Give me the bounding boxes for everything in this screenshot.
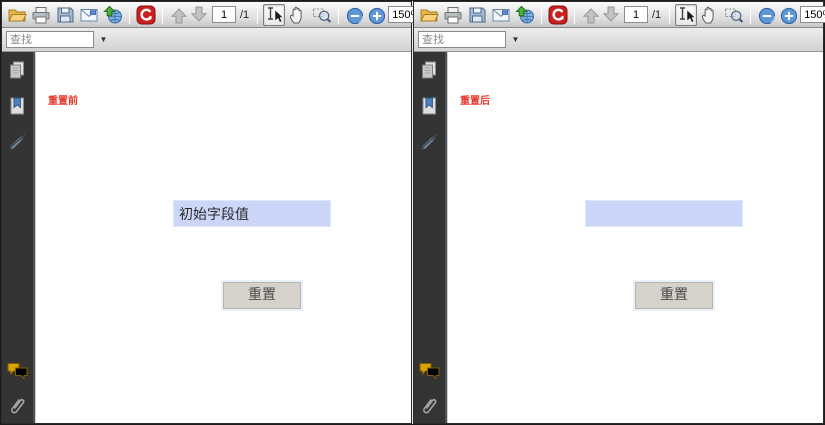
reset-button[interactable]: 重置 xyxy=(223,282,301,309)
toolbar-separator xyxy=(574,6,575,24)
toolbar-separator xyxy=(162,6,163,24)
toolbar-separator xyxy=(541,6,542,24)
app-window: /1 ▼ 重置前 重置 xyxy=(0,0,825,425)
comments-panel-button[interactable] xyxy=(417,357,443,383)
attachments-panel-button[interactable] xyxy=(417,393,443,419)
pdf-window-before: /1 ▼ 重置前 重置 xyxy=(1,1,412,424)
print-button[interactable] xyxy=(442,4,464,26)
save-button[interactable] xyxy=(54,4,76,26)
zoom-out-button[interactable] xyxy=(344,4,364,26)
bookmarks-panel-button[interactable] xyxy=(5,94,31,120)
open-button[interactable] xyxy=(418,4,440,26)
toolbar-separator xyxy=(669,6,670,24)
toolbar-separator xyxy=(257,6,258,24)
print-button[interactable] xyxy=(30,4,52,26)
toolbar-separator xyxy=(750,6,751,24)
find-input[interactable] xyxy=(418,31,506,48)
hand-tool-button[interactable] xyxy=(699,4,721,26)
navigation-sidebar xyxy=(2,52,35,423)
pdf-window-after: /1 ▼ 重置后 重置 xyxy=(413,1,824,424)
toolbar: /1 xyxy=(2,2,411,28)
pdf-page: 重置后 重置 xyxy=(447,52,823,423)
open-button[interactable] xyxy=(6,4,28,26)
email-button[interactable] xyxy=(78,4,100,26)
signature-panel-button[interactable] xyxy=(417,130,443,156)
find-bar: ▼ xyxy=(414,28,823,52)
brand-icon[interactable] xyxy=(547,4,569,26)
email-button[interactable] xyxy=(490,4,512,26)
zoom-out-button[interactable] xyxy=(756,4,776,26)
zoom-level-input[interactable] xyxy=(800,6,825,23)
next-page-button[interactable] xyxy=(602,4,622,26)
page-heading: 重置前 xyxy=(48,92,78,107)
pdf-page: 重置前 重置 xyxy=(35,52,411,423)
find-input[interactable] xyxy=(6,31,94,48)
signature-panel-button[interactable] xyxy=(5,130,31,156)
share-upload-button[interactable] xyxy=(102,4,124,26)
form-text-field[interactable] xyxy=(173,200,331,227)
hand-tool-button[interactable] xyxy=(287,4,309,26)
page-number-input[interactable] xyxy=(212,6,236,23)
zoom-marquee-button[interactable] xyxy=(723,4,745,26)
page-number-input[interactable] xyxy=(624,6,648,23)
page-total-label: /1 xyxy=(652,9,661,21)
chevron-down-icon[interactable]: ▼ xyxy=(96,31,111,48)
comments-panel-button[interactable] xyxy=(5,357,31,383)
share-upload-button[interactable] xyxy=(514,4,536,26)
find-bar: ▼ xyxy=(2,28,411,52)
previous-page-button[interactable] xyxy=(168,4,188,26)
attachments-panel-button[interactable] xyxy=(5,393,31,419)
zoom-in-button[interactable] xyxy=(778,4,798,26)
toolbar-separator xyxy=(129,6,130,24)
page-heading: 重置后 xyxy=(460,92,490,107)
previous-page-button[interactable] xyxy=(580,4,600,26)
pane-body: 重置前 重置 xyxy=(2,52,411,423)
form-text-field[interactable] xyxy=(585,200,743,227)
zoom-marquee-button[interactable] xyxy=(311,4,333,26)
page-total-label: /1 xyxy=(240,9,249,21)
toolbar-separator xyxy=(338,6,339,24)
pages-panel-button[interactable] xyxy=(417,58,443,84)
chevron-down-icon[interactable]: ▼ xyxy=(508,31,523,48)
bookmarks-panel-button[interactable] xyxy=(417,94,443,120)
select-tool-button[interactable] xyxy=(675,4,697,26)
pane-body: 重置后 重置 xyxy=(414,52,823,423)
next-page-button[interactable] xyxy=(190,4,210,26)
brand-icon[interactable] xyxy=(135,4,157,26)
reset-button[interactable]: 重置 xyxy=(635,282,713,309)
navigation-sidebar xyxy=(414,52,447,423)
pages-panel-button[interactable] xyxy=(5,58,31,84)
zoom-in-button[interactable] xyxy=(366,4,386,26)
select-tool-button[interactable] xyxy=(263,4,285,26)
toolbar: /1 xyxy=(414,2,823,28)
save-button[interactable] xyxy=(466,4,488,26)
